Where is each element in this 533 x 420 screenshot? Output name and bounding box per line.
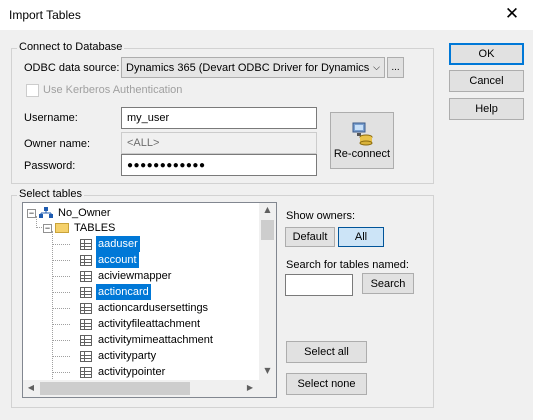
window-title: Import Tables <box>9 8 81 22</box>
odbc-select[interactable]: Dynamics 365 (Devart ODBC Driver for Dyn… <box>121 57 385 78</box>
reconnect-button[interactable]: Re-connect <box>330 112 394 169</box>
table-icon <box>80 286 92 298</box>
vertical-scrollbar[interactable]: ▲ ▼ <box>259 203 276 380</box>
table-icon <box>80 366 92 378</box>
table-name: aciviewmapper <box>98 270 172 282</box>
title-bar: Import Tables ✕ <box>0 0 533 30</box>
scroll-left-icon[interactable]: ◀ <box>25 383 37 392</box>
kerberos-checkbox[interactable] <box>26 84 39 97</box>
table-name: activitymimeattachment <box>98 334 213 346</box>
odbc-select-value: Dynamics 365 (Devart ODBC Driver for Dyn… <box>126 61 370 74</box>
default-owners-button[interactable]: Default <box>285 227 335 247</box>
username-field[interactable]: my_user <box>121 107 317 129</box>
reconnect-label: Re-connect <box>333 147 391 160</box>
tree-node-owner-label: No_Owner <box>58 207 111 219</box>
all-owners-button[interactable]: All <box>338 227 384 247</box>
folder-icon <box>55 223 69 233</box>
table-icon <box>80 350 92 362</box>
password-field[interactable]: ●●●●●●●●●●●● <box>121 154 317 176</box>
table-row[interactable]: activitymimeattachment <box>80 332 215 348</box>
table-name: activitypointer <box>98 366 166 378</box>
table-icon <box>80 334 92 346</box>
scroll-right-icon[interactable]: ▶ <box>244 383 256 392</box>
password-label: Password: <box>24 160 76 172</box>
table-name: account <box>96 252 139 268</box>
scroll-up-icon[interactable]: ▲ <box>259 205 276 214</box>
table-row[interactable]: activityfileattachment <box>80 316 202 332</box>
table-name: activityparty <box>98 350 157 362</box>
table-icon <box>80 302 92 314</box>
owner-icon <box>39 207 53 218</box>
table-icon <box>80 270 92 282</box>
reconnect-icon <box>352 122 373 145</box>
scroll-thumb-vertical[interactable] <box>261 220 274 240</box>
owner-field: <ALL> <box>121 132 317 154</box>
table-icon <box>80 238 92 250</box>
odbc-label: ODBC data source: <box>24 62 120 74</box>
tree-node-owner[interactable]: − No_Owner <box>27 205 113 221</box>
search-input[interactable] <box>285 274 353 296</box>
cancel-button[interactable]: Cancel <box>449 70 524 92</box>
scroll-thumb-horizontal[interactable] <box>40 382 190 395</box>
select-none-button[interactable]: Select none <box>286 373 367 395</box>
table-name: actioncardusersettings <box>98 302 209 314</box>
scrollbar-corner <box>259 380 276 397</box>
close-icon[interactable]: ✕ <box>501 3 523 25</box>
tables-tree[interactable]: − No_Owner − TABLES aaduser account aciv… <box>22 202 277 398</box>
username-label: Username: <box>24 112 78 124</box>
chevron-down-icon: ⌵ <box>373 62 380 72</box>
select-tables-group-label: Select tables <box>17 188 84 200</box>
table-row[interactable]: aaduser <box>80 236 140 252</box>
help-button[interactable]: Help <box>449 98 524 120</box>
kerberos-label: Use Kerberos Authentication <box>43 84 183 96</box>
tree-node-folder[interactable]: − TABLES <box>43 220 117 236</box>
table-name: actioncard <box>96 284 151 300</box>
select-all-button[interactable]: Select all <box>286 341 367 363</box>
table-row[interactable]: activityparty <box>80 348 158 364</box>
table-row[interactable]: activitypointer <box>80 364 167 380</box>
table-row[interactable]: account <box>80 252 139 268</box>
show-owners-label: Show owners: <box>286 210 356 222</box>
table-row[interactable]: actioncard <box>80 284 151 300</box>
connect-group-label: Connect to Database <box>17 41 125 53</box>
search-label: Search for tables named: <box>286 259 409 271</box>
browse-button[interactable]: ... <box>387 57 404 78</box>
table-name: aaduser <box>96 236 140 252</box>
table-icon <box>80 254 92 266</box>
table-name: activityfileattachment <box>98 318 201 330</box>
ok-button[interactable]: OK <box>449 43 524 65</box>
collapse-icon[interactable]: − <box>27 208 36 218</box>
owner-label: Owner name: <box>24 138 91 150</box>
table-row[interactable]: aciviewmapper <box>80 268 173 284</box>
search-button[interactable]: Search <box>362 273 414 294</box>
tree-node-folder-label: TABLES <box>74 222 116 234</box>
collapse-icon[interactable]: − <box>43 223 52 233</box>
horizontal-scrollbar[interactable]: ◀ ▶ <box>23 380 259 397</box>
scroll-down-icon[interactable]: ▼ <box>259 366 276 375</box>
table-icon <box>80 318 92 330</box>
table-row[interactable]: actioncardusersettings <box>80 300 210 316</box>
